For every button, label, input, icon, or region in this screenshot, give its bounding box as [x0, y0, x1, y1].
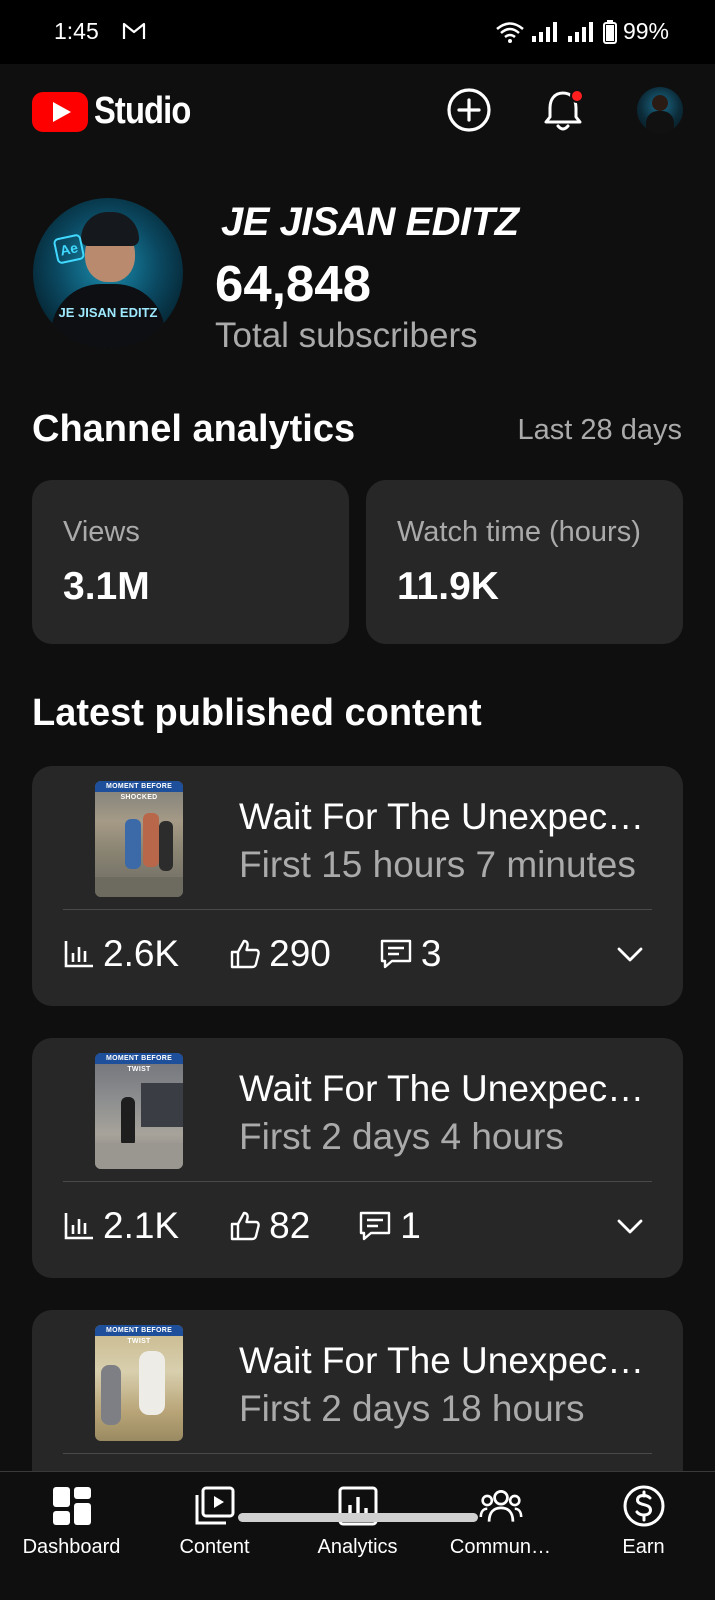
earn-icon — [623, 1485, 664, 1527]
nav-dashboard[interactable]: Dashboard — [0, 1472, 143, 1572]
thumbnail-caption: MOMENT BEFORE TWIST — [95, 1053, 183, 1073]
wifi-icon — [496, 21, 524, 43]
app-name: Studio — [94, 90, 191, 132]
notification-dot — [570, 89, 584, 103]
dashboard-icon — [52, 1487, 91, 1525]
video-time-window: First 15 hours 7 minutes — [239, 844, 636, 885]
studio-logo[interactable]: Studio — [32, 90, 206, 133]
comments-count: 3 — [420, 933, 442, 974]
views-count: 2.6K — [103, 933, 180, 974]
video-title: Wait For The Unexpected — [239, 1068, 649, 1109]
likes-count: 82 — [269, 1205, 311, 1246]
signal-icon-2 — [567, 21, 593, 42]
comments-stat: 3 — [379, 933, 442, 975]
home-indicator[interactable] — [238, 1513, 478, 1522]
thumbs-up-icon — [230, 1211, 260, 1241]
divider — [63, 909, 652, 910]
thumbnail-caption: MOMENT BEFORE SHOCKED — [95, 781, 183, 801]
content-icon — [195, 1486, 234, 1525]
video-stats: 2.6K 290 3 — [63, 932, 441, 976]
nav-dashboard-label: Dashboard — [22, 1536, 121, 1558]
likes-count: 290 — [269, 933, 331, 974]
bar-chart-icon — [64, 1213, 93, 1240]
chevron-down-icon[interactable] — [615, 939, 645, 969]
thumbs-up-icon — [230, 939, 260, 969]
video-thumbnail[interactable]: MOMENT BEFORE SHOCKED — [95, 781, 183, 897]
views-stat: 2.6K — [63, 933, 179, 975]
video-title: Wait For The Unexpected — [239, 796, 649, 837]
comments-stat: 1 — [358, 1205, 421, 1247]
analytics-range: Last 28 days — [517, 414, 682, 446]
subscriber-label: Total subscribers — [215, 316, 478, 355]
video-time-window: First 2 days 18 hours — [239, 1388, 585, 1429]
video-thumbnail[interactable]: MOMENT BEFORE TWIST — [95, 1053, 183, 1169]
likes-stat: 290 — [229, 933, 331, 975]
bar-chart-icon — [64, 941, 93, 968]
comment-icon — [360, 1211, 391, 1241]
channel-avatar-text: JE JISAN EDITZ — [58, 305, 158, 320]
latest-content-title: Latest published content — [32, 692, 482, 734]
views-card[interactable]: Views 3.1M — [32, 480, 349, 644]
nav-community-label: Commun… — [449, 1536, 552, 1558]
comments-count: 1 — [400, 1205, 421, 1246]
video-time-window: First 2 days 4 hours — [239, 1116, 564, 1157]
nav-community[interactable]: Commun… — [429, 1472, 572, 1572]
video-thumbnail[interactable]: MOMENT BEFORE TWIST — [95, 1325, 183, 1441]
views-value: 3.1M — [63, 565, 150, 608]
status-bar: 1:45 99% — [0, 0, 715, 64]
create-icon — [447, 88, 491, 132]
battery-icon — [602, 19, 617, 44]
watch-time-value: 11.9K — [397, 565, 499, 608]
likes-stat: 82 — [229, 1205, 310, 1247]
signal-icon — [531, 21, 557, 42]
youtube-play-icon — [32, 91, 88, 132]
video-title: Wait For The Unexpected — [239, 1340, 649, 1381]
nav-analytics[interactable]: Analytics — [286, 1472, 429, 1572]
comment-icon — [380, 939, 412, 969]
create-button[interactable] — [445, 86, 493, 134]
bottom-navigation: Dashboard Content Analytics Commun… Earn — [0, 1471, 715, 1600]
status-indicators: 99% — [495, 18, 669, 45]
nav-earn[interactable]: Earn — [572, 1472, 715, 1572]
account-avatar[interactable] — [637, 87, 683, 133]
views-count: 2.1K — [103, 1205, 180, 1246]
watch-time-card[interactable]: Watch time (hours) 11.9K — [366, 480, 683, 644]
content-card[interactable]: MOMENT BEFORE SHOCKED Wait For The Unexp… — [32, 766, 683, 1006]
notifications-button[interactable] — [539, 86, 587, 134]
community-icon — [479, 1489, 522, 1522]
nav-content-label: Content — [179, 1536, 250, 1558]
channel-avatar[interactable]: Ae JE JISAN EDITZ — [33, 198, 183, 348]
battery-percent: 99% — [622, 18, 669, 44]
studio-dashboard: Studio Ae JE JISAN EDITZ JE JISAN EDITZ … — [0, 64, 715, 1600]
video-stats: 2.1K 82 1 — [63, 1204, 421, 1248]
subscriber-count: 64,848 — [215, 255, 371, 312]
analytics-title: Channel analytics — [32, 408, 356, 450]
divider — [63, 1181, 652, 1182]
chevron-down-icon[interactable] — [615, 1211, 645, 1241]
views-label: Views — [63, 516, 140, 548]
channel-name: JE JISAN EDITZ — [221, 200, 519, 244]
nav-earn-label: Earn — [622, 1536, 665, 1558]
gmail-notification-icon — [122, 22, 146, 39]
views-stat: 2.1K — [63, 1205, 179, 1247]
ae-logo-icon: Ae — [52, 233, 86, 265]
divider — [63, 1453, 652, 1454]
status-time: 1:45 — [54, 18, 99, 44]
nav-content[interactable]: Content — [143, 1472, 286, 1572]
thumbnail-caption: MOMENT BEFORE TWIST — [95, 1325, 183, 1345]
content-card[interactable]: MOMENT BEFORE TWIST Wait For The Unexpec… — [32, 1038, 683, 1278]
watch-time-label: Watch time (hours) — [397, 516, 641, 548]
nav-analytics-label: Analytics — [317, 1536, 398, 1558]
